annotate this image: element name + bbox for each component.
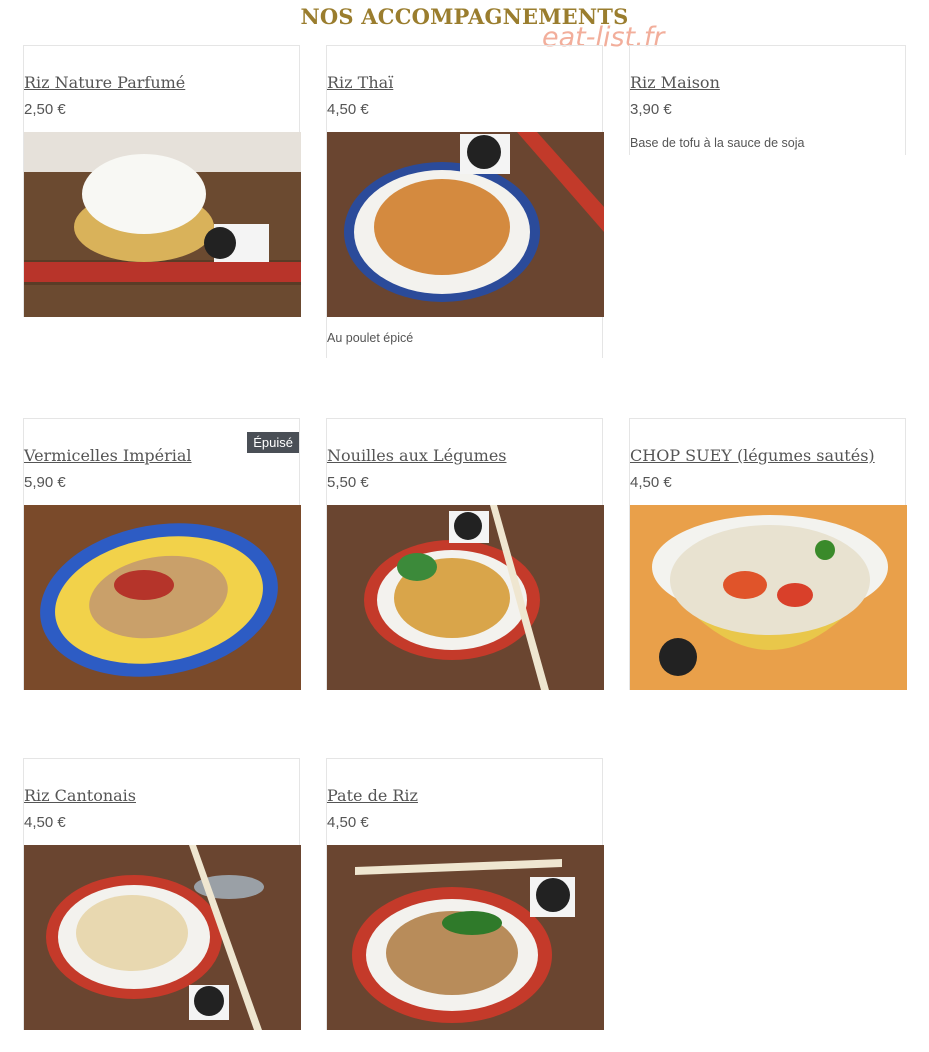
product-price: 5,90 € xyxy=(24,474,66,491)
product-price: 4,50 € xyxy=(327,814,369,831)
product-price: 4,50 € xyxy=(24,814,66,831)
product-card[interactable]: Riz Nature Parfumé 2,50 € xyxy=(23,45,301,317)
sold-out-badge: Épuisé xyxy=(247,432,299,453)
product-price: 4,50 € xyxy=(630,474,672,491)
product-title-link[interactable]: CHOP SUEY (légumes sautés) xyxy=(630,446,875,465)
product-image[interactable] xyxy=(327,505,604,690)
product-card[interactable]: Riz Maison 3,90 € Base de tofu à la sauc… xyxy=(629,45,906,155)
product-image[interactable] xyxy=(24,505,301,690)
product-title-link[interactable]: Riz Cantonais xyxy=(24,786,136,805)
product-title-link[interactable]: Riz Thaï xyxy=(327,73,393,92)
product-image[interactable] xyxy=(327,845,604,1030)
product-image[interactable] xyxy=(327,132,604,317)
product-card[interactable]: Riz Cantonais 4,50 € xyxy=(23,758,301,1030)
product-price: 5,50 € xyxy=(327,474,369,491)
product-title-link[interactable]: Vermicelles Impérial xyxy=(24,446,192,465)
product-title-link[interactable]: Riz Nature Parfumé xyxy=(24,73,185,92)
product-title-link[interactable]: Pate de Riz xyxy=(327,786,418,805)
product-title-link[interactable]: Nouilles aux Légumes xyxy=(327,446,507,465)
product-image[interactable] xyxy=(630,505,907,690)
product-price: 2,50 € xyxy=(24,101,66,118)
product-card[interactable]: CHOP SUEY (légumes sautés) 4,50 € xyxy=(629,418,907,690)
product-description: Au poulet épicé xyxy=(327,331,414,345)
product-card[interactable]: Nouilles aux Légumes 5,50 € xyxy=(326,418,604,690)
product-title-link[interactable]: Riz Maison xyxy=(630,73,720,92)
section-title: NOS ACCOMPAGNEMENTS xyxy=(300,4,629,29)
product-description: Base de tofu à la sauce de soja xyxy=(630,136,805,150)
product-image[interactable] xyxy=(24,845,301,1030)
product-price: 4,50 € xyxy=(327,101,369,118)
product-price: 3,90 € xyxy=(630,101,672,118)
product-card[interactable]: Vermicelles Impérial Épuisé 5,90 € xyxy=(23,418,301,690)
product-image[interactable] xyxy=(24,132,301,317)
product-card[interactable]: Riz Thaï 4,50 € Au poulet épicé xyxy=(326,45,604,358)
product-card[interactable]: Pate de Riz 4,50 € xyxy=(326,758,604,1030)
